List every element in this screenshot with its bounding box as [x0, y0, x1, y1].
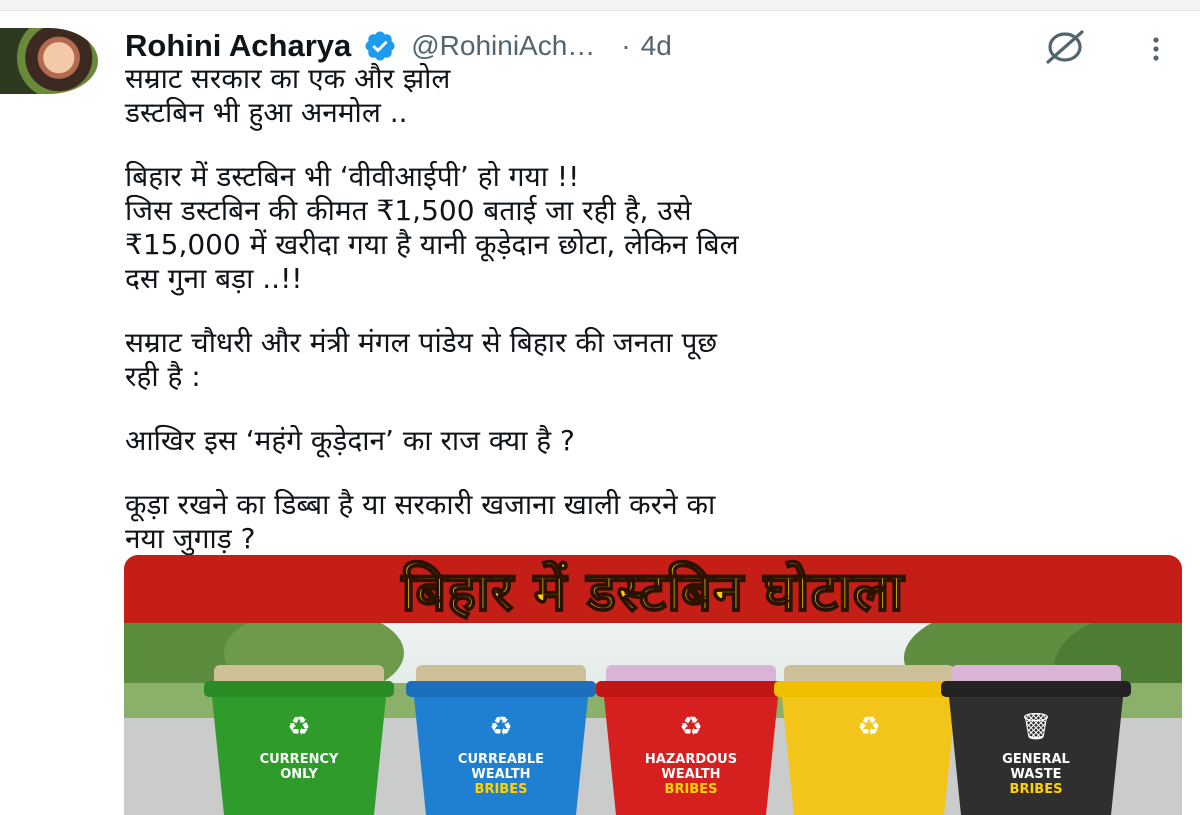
- bin-label: WASTE: [1011, 767, 1062, 782]
- text-line: सम्राट सरकार का एक और झोल: [125, 62, 451, 95]
- paragraph-4: आखिर इस ‘महंगे कूड़ेदान’ का राज क्या है …: [125, 424, 1185, 458]
- tweet-header: Rohini Acharya @RohiniAch… · 4d: [125, 26, 672, 66]
- top-divider: [0, 0, 1200, 11]
- text-line: सम्राट चौधरी और मंत्री मंगल पांडेय से बि…: [125, 326, 717, 359]
- bin-lid: [596, 681, 786, 697]
- dustbin: ♻: [774, 665, 964, 815]
- bin-label: WEALTH: [661, 767, 720, 782]
- verified-badge-icon: [365, 31, 395, 61]
- dustbin: ♻ CURRENCYONLY: [204, 665, 394, 815]
- tweet-text: सम्राट सरकार का एक और झोल डस्टबिन भी हुआ…: [125, 62, 1185, 586]
- text-line: दस गुना बड़ा ..!!: [125, 262, 303, 295]
- text-line: आखिर इस ‘महंगे कूड़ेदान’ का राज क्या है …: [125, 424, 575, 457]
- bin-lid: [774, 681, 964, 697]
- bin-label: CURREABLE: [458, 752, 544, 767]
- dustbins-scene: ♻CURRENCYONLY♻CURREABLEWEALTHBRIBES♻HAZA…: [124, 623, 1182, 815]
- bin-lid: [941, 681, 1131, 697]
- recycle-icon: ♻: [857, 712, 880, 742]
- dustbin: ♻ HAZARDOUSWEALTHBRIBES: [596, 665, 786, 815]
- separator-dot: ·: [621, 30, 631, 61]
- recycle-icon: ♻: [287, 712, 310, 742]
- grok-icon[interactable]: [1040, 30, 1090, 64]
- paragraph-2: बिहार में डस्टबिन भी ‘वीवीआईपी’ हो गया !…: [125, 160, 1185, 296]
- trash-icon: 🗑: [1019, 712, 1052, 742]
- paragraph-3: सम्राट चौधरी और मंत्री मंगल पांडेय से बि…: [125, 326, 1185, 394]
- text-line: बिहार में डस्टबिन भी ‘वीवीआईपी’ हो गया !…: [125, 160, 580, 193]
- text-line: नया जुगाड़ ?: [125, 522, 256, 555]
- dustbin: ♻ CURREABLEWEALTHBRIBES: [406, 665, 596, 815]
- more-options-icon[interactable]: [1146, 34, 1166, 64]
- timestamp[interactable]: 4d: [641, 30, 672, 62]
- bin-label: GENERAL: [1002, 752, 1070, 767]
- paragraph-1: सम्राट सरकार का एक और झोल डस्टबिन भी हुआ…: [125, 62, 1185, 130]
- bin-label: CURRENCY: [260, 752, 339, 767]
- bin-label: BRIBES: [1010, 782, 1063, 797]
- text-line: ₹15,000 में खरीदा गया है यानी कूड़ेदान छ…: [125, 228, 739, 261]
- paragraph-5: कूड़ा रखने का डिब्बा है या सरकारी खजाना …: [125, 488, 1185, 556]
- media-banner: बिहार में डस्टबिन घोटाला: [124, 555, 1182, 624]
- recycle-icon: ♻: [489, 712, 512, 742]
- banner-title: बिहार में डस्टबिन घोटाला: [401, 559, 905, 624]
- text-line: कूड़ा रखने का डिब्बा है या सरकारी खजाना …: [125, 488, 716, 521]
- bins-group: ♻CURRENCYONLY♻CURREABLEWEALTHBRIBES♻HAZA…: [204, 665, 1131, 815]
- bin-label: WEALTH: [471, 767, 530, 782]
- bin-label: ONLY: [280, 767, 318, 782]
- tweet-media-image[interactable]: बिहार में डस्टबिन घोटाला ♻ CURRENCY ONLY ♻ C…: [124, 555, 1182, 815]
- bin-label: HAZARDOUS: [645, 752, 737, 767]
- avatar[interactable]: [0, 28, 98, 94]
- bin-lid: [204, 681, 394, 697]
- text-line: रही है :: [125, 360, 201, 393]
- text-line: डस्टबिन भी हुआ अनमोल ..: [125, 96, 408, 129]
- bin-label: BRIBES: [665, 782, 718, 797]
- recycle-icon: ♻: [679, 712, 702, 742]
- text-line: जिस डस्टबिन की कीमत ₹1,500 बताई जा रही ह…: [125, 194, 692, 227]
- bin-label: BRIBES: [475, 782, 528, 797]
- dustbin: 🗑 GENERALWASTEBRIBES: [941, 665, 1131, 815]
- author-handle[interactable]: @RohiniAch…: [411, 30, 595, 62]
- bin-lid: [406, 681, 596, 697]
- author-name[interactable]: Rohini Acharya: [125, 28, 351, 64]
